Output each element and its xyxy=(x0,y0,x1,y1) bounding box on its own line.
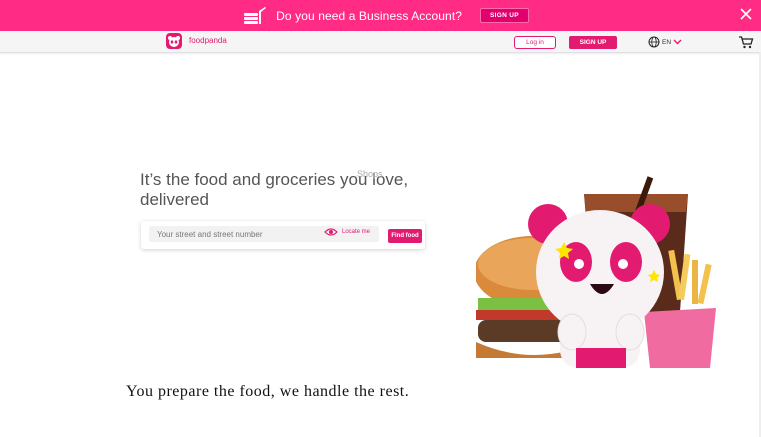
promo-text: Do you need a Business Account? xyxy=(276,8,463,23)
close-icon[interactable] xyxy=(739,7,753,21)
logo-wordmark[interactable]: foodpanda xyxy=(189,36,227,45)
top-header: foodpanda Log in SIGN UP EN xyxy=(0,31,761,53)
cart-icon[interactable] xyxy=(738,35,754,49)
business-promo-banner: Do you need a Business Account? SIGN UP xyxy=(0,0,761,31)
shops-label: Shops xyxy=(357,169,383,179)
promo-content: Do you need a Business Account? SIGN UP xyxy=(242,5,529,27)
locate-me-label: Locate me xyxy=(342,229,371,235)
food-stack-icon xyxy=(244,6,267,24)
language-selector[interactable]: EN xyxy=(648,36,682,48)
login-button[interactable]: Log in xyxy=(514,36,556,49)
hero-title: It’s the food and groceries you love, de… xyxy=(140,170,409,209)
find-food-button[interactable]: Find food xyxy=(388,229,422,243)
chevron-down-icon xyxy=(673,39,682,45)
promo-signup-button[interactable]: SIGN UP xyxy=(480,8,529,23)
foodpanda-logo-icon[interactable] xyxy=(166,33,182,49)
signup-button[interactable]: SIGN UP xyxy=(569,36,617,49)
language-label: EN xyxy=(662,38,672,46)
panda-food-illustration xyxy=(476,176,716,368)
tagline: You prepare the food, we handle the rest… xyxy=(126,383,410,400)
locate-icon xyxy=(324,228,338,236)
address-search-card: Locate me Find food xyxy=(141,221,425,249)
globe-icon xyxy=(648,36,660,48)
locate-me-button[interactable]: Locate me xyxy=(324,227,370,237)
